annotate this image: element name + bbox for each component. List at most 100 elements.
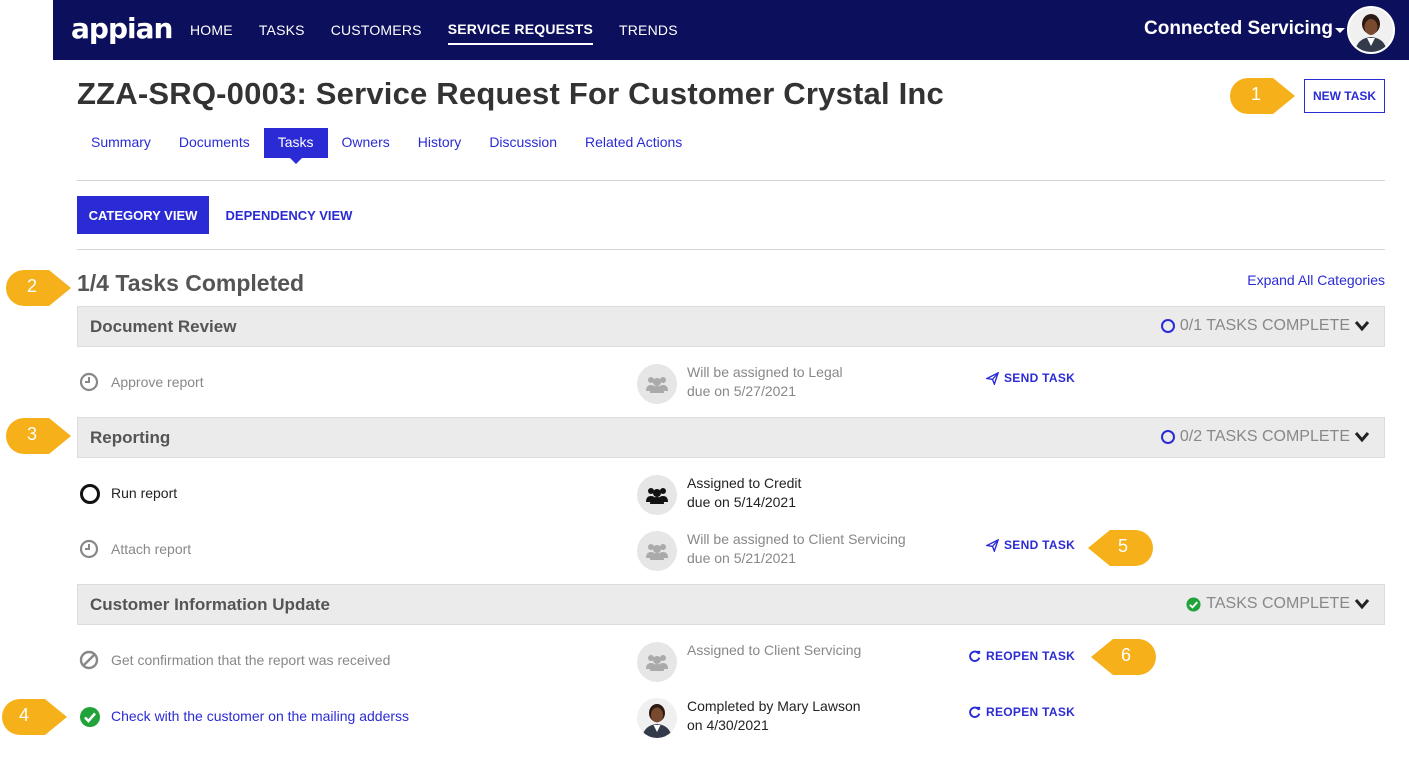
category-header-reporting[interactable]: Reporting 0/2 TASKS COMPLETE [77,417,1385,458]
category-view-button[interactable]: CATEGORY VIEW [77,196,209,234]
divider [77,180,1385,181]
tasks-completed-summary: 1/4 Tasks Completed [77,270,305,296]
callout-marker: 2 [5,269,75,307]
due-date: due on 5/27/2021 [687,383,796,399]
task-assignment: Will be assigned to Client Servicing due… [687,530,906,568]
reopen-task-button[interactable]: REOPEN TASK [969,705,1075,719]
group-icon [637,642,677,682]
callout-marker: 1 [1229,77,1299,115]
expand-all-categories-link[interactable]: Expand All Categories [1247,272,1385,288]
callout-marker: 5 [1084,529,1154,567]
assignment-line: Will be assigned to Client Servicing [687,531,906,547]
callout-marker: 4 [1,698,71,736]
task-name[interactable]: Get confirmation that the report was rec… [111,652,390,668]
due-date: due on 5/21/2021 [687,550,796,566]
site-switcher[interactable]: Connected Servicing [1144,18,1333,40]
user-avatar[interactable] [1347,6,1395,54]
callout-number: 6 [1121,645,1132,665]
send-task-button[interactable]: SEND TASK [986,371,1075,385]
check-circle-icon [1186,596,1201,612]
assignment-line: Assigned to Client Servicing [687,642,862,658]
reopen-task-button[interactable]: REOPEN TASK [969,649,1075,663]
nav-home[interactable]: HOME [190,16,233,44]
task-row: Approve report Will be assigned to Legal… [77,355,1385,411]
task-assignment: Completed by Mary Lawson on 4/30/2021 [687,697,861,735]
caret-down-icon[interactable] [1335,28,1345,33]
task-assignment: Assigned to Client Servicing [687,641,861,660]
check-circle-icon [80,707,100,727]
callout-number: 5 [1118,536,1129,556]
appian-logo[interactable]: appian [71,12,173,45]
callout-marker: 6 [1087,638,1157,676]
chevron-down-icon[interactable] [1354,320,1370,332]
category-name: Customer Information Update [90,595,330,614]
page-title: ZZA-SRQ-0003: Service Request For Custom… [77,76,944,111]
divider [77,249,1385,250]
tab-owners[interactable]: Owners [328,128,404,158]
tab-summary[interactable]: Summary [77,128,165,158]
task-name[interactable]: Approve report [111,374,204,390]
task-assignment: Assigned to Credit due on 5/14/2021 [687,474,801,512]
clock-icon [79,372,99,392]
cancelled-icon [79,650,99,670]
category-status-text: 0/2 TASKS COMPLETE [1179,428,1350,445]
tab-discussion[interactable]: Discussion [475,128,571,158]
group-icon [637,531,677,571]
clock-icon [79,539,99,559]
reopen-icon [969,650,981,662]
nav-service-requests[interactable]: SERVICE REQUESTS [447,15,593,45]
category-status: 0/2 TASKS COMPLETE [1160,428,1350,446]
send-icon [986,371,999,385]
top-nav-bar: appian HOME TASKS CUSTOMERS SERVICE REQU… [53,0,1409,60]
tab-related-actions[interactable]: Related Actions [571,128,696,158]
category-header-document-review[interactable]: Document Review 0/1 TASKS COMPLETE [77,306,1385,347]
assignment-line: Assigned to Credit [687,475,802,491]
category-status-text: TASKS COMPLETE [1206,595,1350,612]
task-row: Check with the customer on the mailing a… [77,689,1385,745]
task-name-link[interactable]: Check with the customer on the mailing a… [111,708,409,724]
chevron-down-icon[interactable] [1354,598,1370,610]
new-task-button[interactable]: NEW TASK [1304,79,1385,113]
user-avatar [637,698,677,738]
main-nav: HOME TASKS CUSTOMERS SERVICE REQUESTS TR… [190,0,678,60]
task-name[interactable]: Run report [111,485,177,501]
action-label: REOPEN TASK [986,649,1076,663]
nav-trends[interactable]: TRENDS [619,16,678,44]
dependency-view-button[interactable]: DEPENDENCY VIEW [213,196,365,234]
category-name: Document Review [90,317,237,336]
task-row: Attach report Will be assigned to Client… [77,522,1385,578]
assignment-line: Completed by Mary Lawson [687,698,861,714]
completed-date: on 4/30/2021 [687,717,769,733]
callout-number: 2 [27,276,38,296]
group-icon [637,364,677,404]
callout-number: 4 [19,705,30,725]
category-status: TASKS COMPLETE [1186,595,1350,613]
nav-tasks[interactable]: TASKS [259,16,305,44]
reopen-icon [969,706,981,718]
due-date: due on 5/14/2021 [687,494,796,510]
category-header-customer-information-update[interactable]: Customer Information Update TASKS COMPLE… [77,584,1385,625]
nav-customers[interactable]: CUSTOMERS [331,16,422,44]
progress-ring-icon [1160,430,1175,444]
tab-history[interactable]: History [404,128,476,158]
category-name: Reporting [90,428,171,447]
tab-tasks[interactable]: Tasks [263,128,328,164]
group-icon [637,475,677,515]
send-icon [986,538,999,552]
action-label: SEND TASK [1004,371,1076,385]
task-row: Run report Assigned to Credit due on 5/1… [77,466,1385,522]
callout-number: 3 [27,424,38,444]
action-label: REOPEN TASK [986,705,1076,719]
tab-documents[interactable]: Documents [165,128,264,158]
record-tabs: Summary Documents Tasks Owners History D… [77,128,696,164]
assignment-line: Will be assigned to Legal [687,364,843,380]
category-status-text: 0/1 TASKS COMPLETE [1179,317,1350,334]
task-name[interactable]: Attach report [111,541,191,557]
category-status: 0/1 TASKS COMPLETE [1160,317,1350,335]
task-assignment: Will be assigned to Legal due on 5/27/20… [687,363,843,401]
chevron-down-icon[interactable] [1354,431,1370,443]
send-task-button[interactable]: SEND TASK [986,538,1075,552]
task-row: Get confirmation that the report was rec… [77,633,1385,689]
callout-number: 1 [1251,84,1262,104]
progress-ring-icon [1160,319,1175,333]
